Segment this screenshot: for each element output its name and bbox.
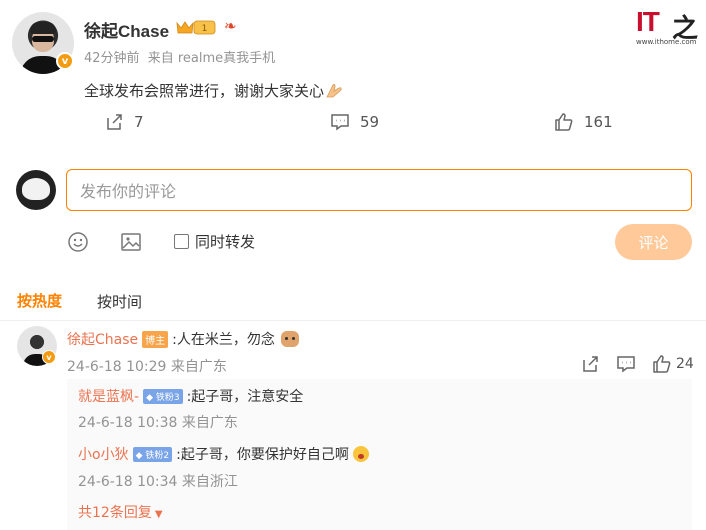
comment-icon[interactable] bbox=[616, 354, 636, 374]
comment-meta: 24-6-18 10:29 来自广东 bbox=[67, 359, 227, 375]
image-icon[interactable] bbox=[119, 230, 143, 254]
fan-badge-text: 铁粉2 bbox=[145, 450, 170, 461]
post-meta: 42分钟前 来自 realme真我手机 bbox=[84, 47, 275, 66]
reply-meta: 24-6-18 10:34 来自浙江 bbox=[78, 474, 238, 490]
thumbs-up-icon bbox=[555, 113, 573, 131]
author-name[interactable]: 徐起Chase bbox=[84, 17, 169, 42]
verified-badge-icon: v bbox=[56, 52, 74, 70]
thumbs-up-icon[interactable] bbox=[652, 354, 672, 374]
tab-sort-time[interactable]: 按时间 bbox=[97, 291, 142, 312]
comment-icon bbox=[331, 114, 349, 131]
author-badge: 博主 bbox=[142, 330, 169, 348]
comment-line: 徐起Chase 博主 :人在米兰，勿念 bbox=[67, 329, 299, 349]
post-source: 来自 realme真我手机 bbox=[147, 51, 276, 66]
cat-emoji-icon bbox=[280, 331, 299, 347]
vip-crown-icon[interactable]: 1 bbox=[175, 19, 217, 36]
comment-text: :人在米兰，勿念 bbox=[172, 332, 275, 348]
reply-text: :起子哥，注意安全 bbox=[186, 389, 304, 405]
comment-like-count: 24 bbox=[676, 356, 694, 372]
logo-url: www.ithome.com bbox=[636, 38, 697, 46]
repost-count: 7 bbox=[134, 113, 144, 131]
reply-author-name[interactable]: 小o小狄 bbox=[78, 444, 129, 464]
praying-hands-icon bbox=[326, 83, 342, 98]
comment-input-placeholder: 发布你的评论 bbox=[80, 182, 177, 201]
ithome-logo: IT 之 www.ithome.com bbox=[636, 6, 698, 48]
caret-down-icon: ▼ bbox=[154, 509, 163, 520]
share-icon bbox=[107, 114, 122, 130]
post-text: 全球发布会照常进行，谢谢大家关心 bbox=[84, 82, 325, 100]
comment-button[interactable]: 59 bbox=[330, 112, 379, 132]
reply-line: 小o小狄 ◆ 铁粉2 :起子哥，你要保护好自己啊 bbox=[78, 444, 369, 464]
like-count: 161 bbox=[584, 113, 613, 131]
fan-badge-text: 铁粉3 bbox=[155, 392, 180, 403]
like-button[interactable]: 161 bbox=[554, 112, 613, 132]
fan-badge: ◆ 铁粉3 bbox=[143, 388, 183, 404]
repost-button[interactable]: 7 bbox=[104, 112, 144, 132]
tab-sort-hot[interactable]: 按热度 bbox=[17, 290, 62, 311]
more-replies-label: 共12条回复 bbox=[78, 505, 152, 521]
forward-checkbox[interactable]: 同时转发 bbox=[174, 231, 255, 252]
comment-input[interactable]: 发布你的评论 bbox=[66, 169, 692, 211]
reply-meta: 24-6-18 10:38 来自广东 bbox=[78, 415, 238, 431]
post-time: 42分钟前 bbox=[84, 51, 140, 66]
surprised-emoji-icon bbox=[352, 446, 369, 462]
comment-count: 59 bbox=[360, 113, 380, 131]
submit-comment-button[interactable]: 评论 bbox=[615, 224, 692, 260]
vip-level: 1 bbox=[202, 24, 208, 34]
divider bbox=[0, 320, 706, 321]
verified-badge-icon: v bbox=[42, 350, 56, 364]
fan-badge: ◆ 铁粉2 bbox=[132, 446, 173, 462]
share-icon[interactable] bbox=[580, 354, 600, 374]
fire-icon: ❧ bbox=[224, 17, 237, 35]
forward-label: 同时转发 bbox=[195, 233, 256, 251]
current-user-avatar[interactable] bbox=[16, 170, 56, 210]
reply-author-name[interactable]: 就是蓝枫- bbox=[78, 386, 139, 406]
checkbox-box[interactable] bbox=[174, 234, 189, 249]
logo-text: IT bbox=[636, 6, 660, 37]
comment-author-name[interactable]: 徐起Chase bbox=[67, 329, 138, 349]
reply-text: :起子哥，你要保护好自己啊 bbox=[176, 447, 349, 463]
emoji-icon[interactable] bbox=[66, 230, 90, 254]
more-replies-link[interactable]: 共12条回复 ▼ bbox=[78, 502, 163, 522]
reply-line: 就是蓝枫- ◆ 铁粉3 :起子哥，注意安全 bbox=[78, 386, 303, 406]
post-content: 全球发布会照常进行，谢谢大家关心 bbox=[84, 80, 344, 101]
